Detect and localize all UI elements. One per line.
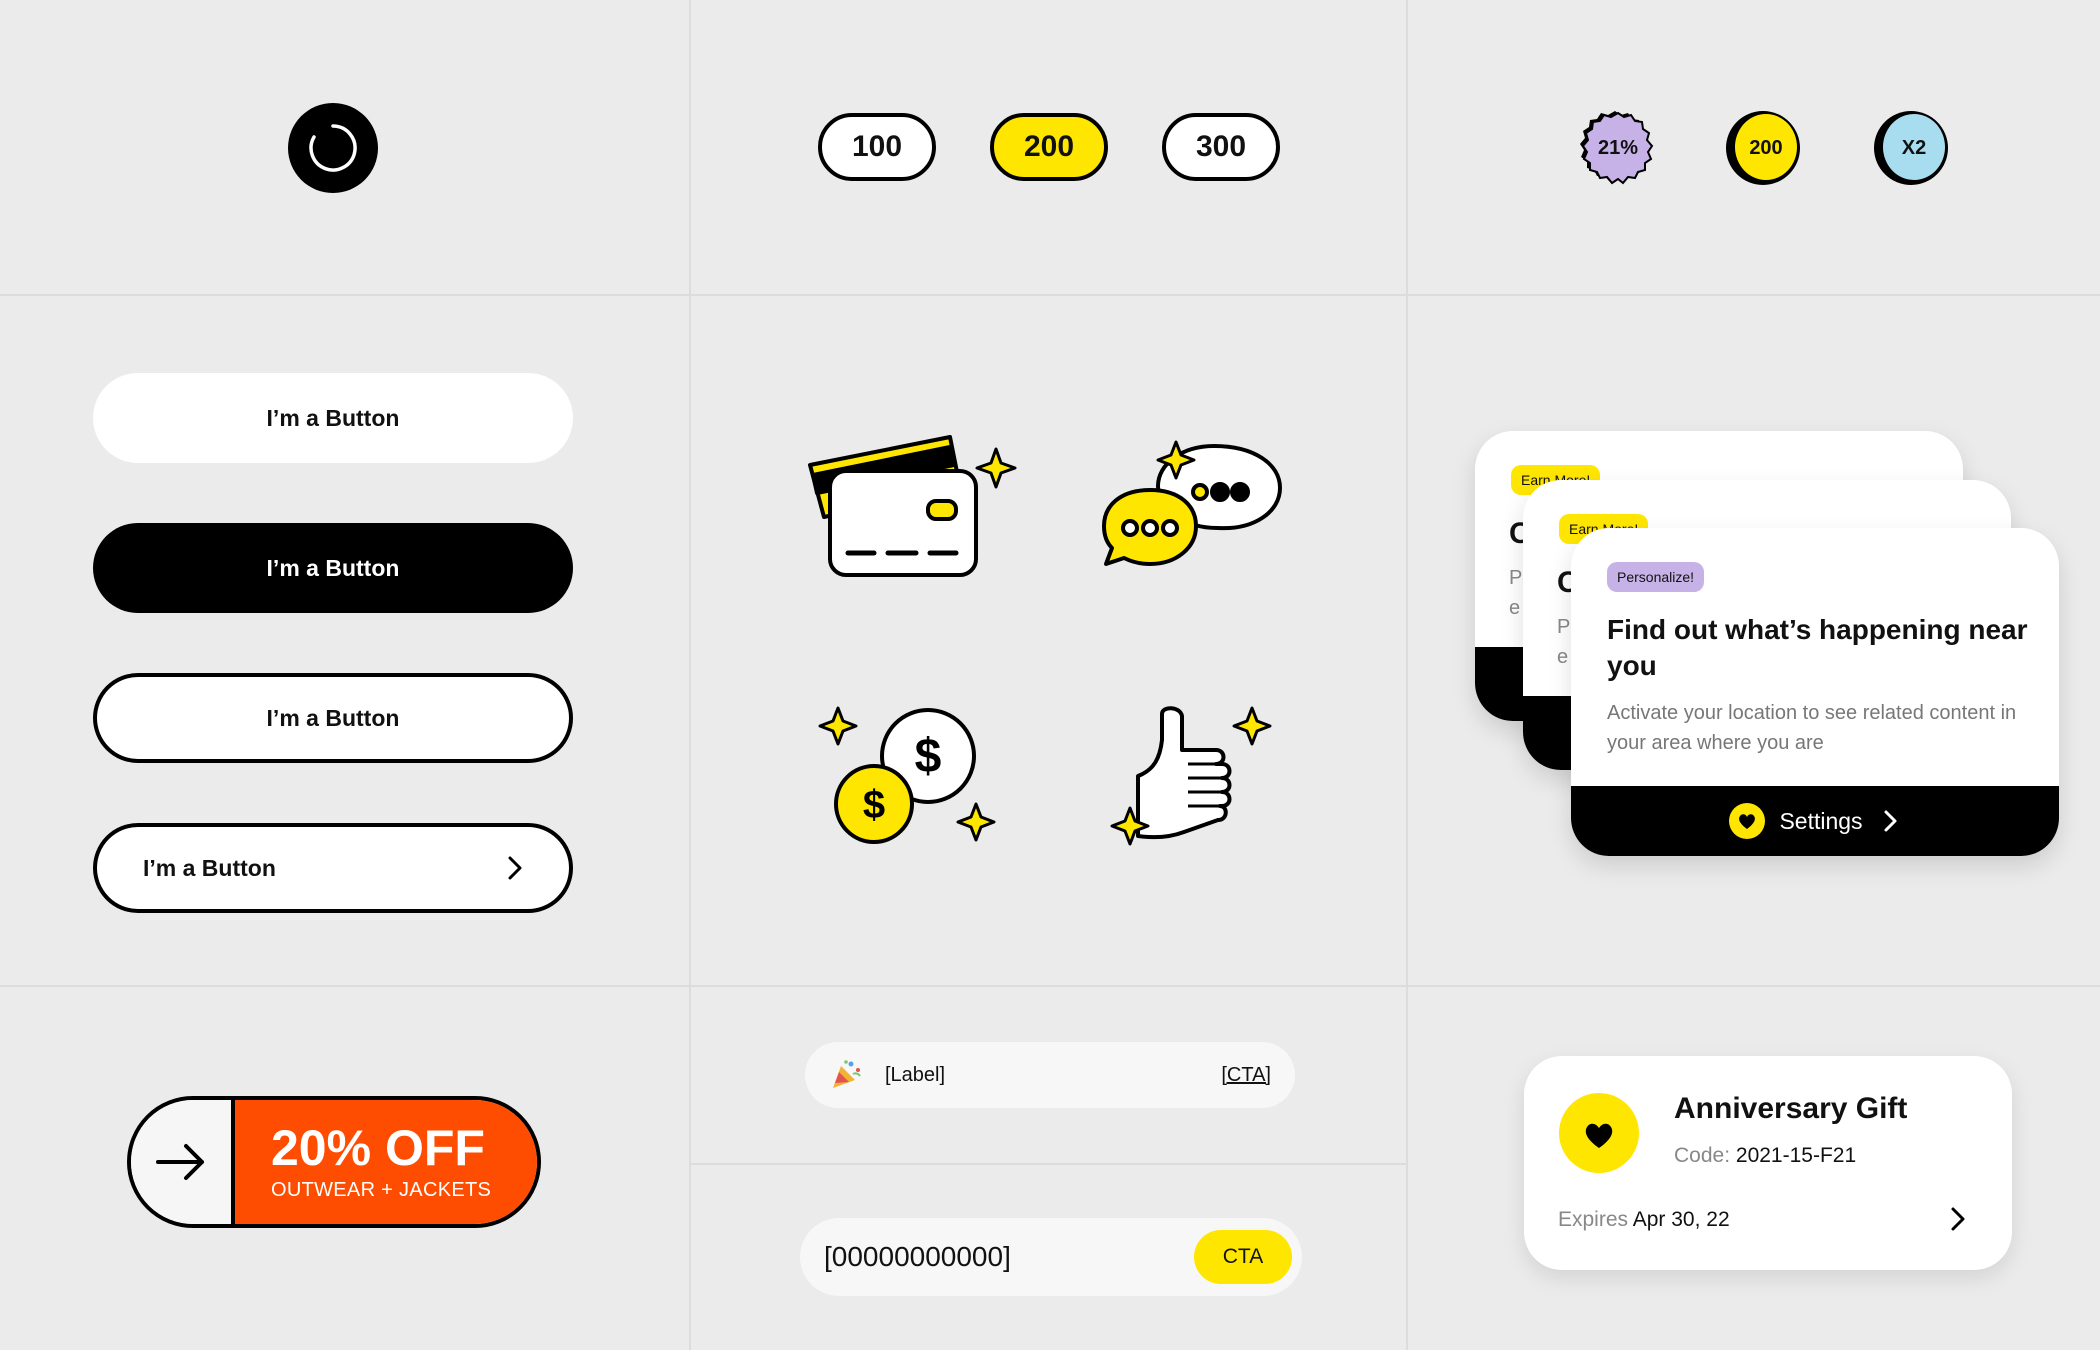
- button-label: I’m a Button: [143, 854, 276, 881]
- counter-label: 100: [851, 130, 903, 163]
- grid-divider: [690, 1163, 1406, 1165]
- loading-spinner: [288, 103, 378, 193]
- gift-code: 2021-15-F21: [1735, 1144, 1857, 1167]
- gift-title: Anniversary Gift: [1674, 1092, 1908, 1125]
- toast-label: [Label]: [885, 1063, 946, 1086]
- card-body: e: [1557, 646, 1569, 668]
- multiplier-badge: X2: [1874, 111, 1948, 185]
- promo-arrow-area: [131, 1100, 235, 1224]
- thumbs-up-icon: [1110, 706, 1272, 846]
- promo-subtitle: OUTWEAR + JACKETS: [271, 1178, 492, 1201]
- percent-badge: 21%: [1578, 111, 1654, 185]
- svg-text:$: $: [863, 783, 885, 827]
- card-body: e: [1509, 597, 1521, 619]
- spinner-icon: [309, 124, 357, 172]
- gift-expires-date: Apr 30, 22: [1632, 1208, 1730, 1231]
- gift-code-label: Code:: [1674, 1144, 1731, 1167]
- code-input-value[interactable]: [00000000000]: [824, 1241, 1194, 1273]
- grid-divider: [0, 294, 2100, 296]
- card-body: P: [1557, 616, 1571, 638]
- card-body: P: [1509, 567, 1523, 589]
- promo-content: 20% OFF OUTWEAR + JACKETS: [235, 1100, 537, 1224]
- black-button[interactable]: I’m a Button: [93, 523, 573, 613]
- button-label: I’m a Button: [266, 554, 400, 581]
- party-popper-icon: [833, 1060, 861, 1088]
- settings-action[interactable]: Settings: [1571, 786, 2059, 856]
- gift-card[interactable]: Anniversary Gift Code: 2021-15-F21 Expir…: [1524, 1056, 2012, 1270]
- chat-bubbles-icon: [1102, 440, 1282, 566]
- card-tag: Personalize!: [1607, 562, 1705, 592]
- arrow-right-icon: [156, 1144, 204, 1180]
- card-title: Find out what’s happening near you: [1607, 614, 2028, 681]
- counter-label: 300: [1195, 130, 1247, 163]
- coins-icon: $ $: [818, 706, 996, 844]
- badge-label: X2: [1901, 136, 1927, 159]
- gift-expires-label: Expires: [1558, 1208, 1629, 1231]
- button-label: I’m a Button: [266, 704, 400, 731]
- chevron-right-icon: [1884, 810, 1897, 832]
- button-label: I’m a Button: [266, 404, 400, 431]
- badge-label: 21%: [1597, 136, 1639, 159]
- promo-button[interactable]: 20% OFF OUTWEAR + JACKETS: [127, 1096, 541, 1228]
- location-card[interactable]: Personalize! Find out what’s happening n…: [1571, 528, 2059, 856]
- code-cta-button[interactable]: CTA: [1194, 1230, 1292, 1284]
- code-input-field[interactable]: [00000000000] CTA: [800, 1218, 1302, 1296]
- chevron-right-icon[interactable]: [1948, 1206, 1968, 1232]
- grid-divider: [689, 0, 691, 1350]
- chevron-right-icon: [508, 856, 522, 880]
- heart-icon: [1559, 1093, 1639, 1173]
- svg-text:$: $: [915, 730, 942, 783]
- grid-divider: [1406, 0, 1408, 1350]
- card-body: Activate your location to see related co…: [1607, 702, 2017, 754]
- badge-label: 200: [1749, 136, 1783, 159]
- notification-toast: [Label] [CTA]: [805, 1042, 1295, 1108]
- outline-arrow-button[interactable]: I’m a Button: [93, 823, 573, 913]
- grid-divider: [0, 985, 2100, 987]
- counter-100[interactable]: 100: [818, 113, 936, 181]
- promo-title: 20% OFF: [271, 1119, 485, 1176]
- heart-icon: [1729, 803, 1766, 839]
- points-badge: 200: [1726, 111, 1800, 185]
- counter-300[interactable]: 300: [1162, 113, 1280, 181]
- settings-label: Settings: [1779, 807, 1863, 834]
- white-button[interactable]: I’m a Button: [93, 373, 573, 463]
- toast-cta-link[interactable]: [CTA]: [1221, 1064, 1271, 1087]
- counter-label: 200: [1023, 130, 1075, 163]
- counter-200[interactable]: 200: [990, 113, 1108, 181]
- outline-button[interactable]: I’m a Button: [93, 673, 573, 763]
- credit-cards-icon: [808, 435, 1017, 577]
